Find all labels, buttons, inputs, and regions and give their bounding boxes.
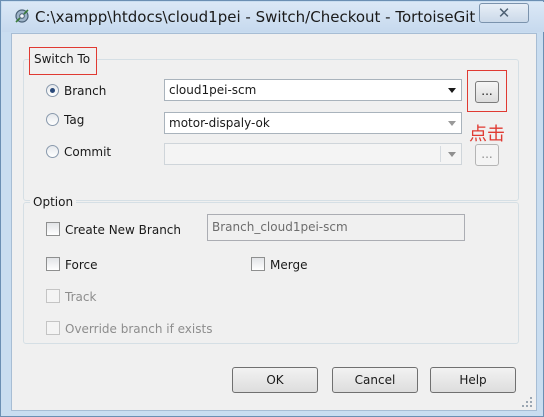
track-checkbox[interactable] bbox=[46, 289, 60, 303]
merge-checkbox[interactable] bbox=[251, 257, 265, 271]
help-button[interactable]: Help bbox=[430, 367, 516, 393]
chevron-down-icon bbox=[448, 88, 456, 93]
new-branch-name-field[interactable]: Branch_cloud1pei-scm bbox=[207, 214, 465, 241]
switch-to-legend: Switch To bbox=[31, 52, 94, 66]
merge-label[interactable]: Merge bbox=[270, 258, 307, 272]
branch-browse-button[interactable]: ... bbox=[475, 81, 499, 103]
resize-grip-icon[interactable] bbox=[519, 394, 533, 408]
close-button[interactable]: ✕ bbox=[479, 3, 529, 23]
force-checkbox[interactable] bbox=[46, 257, 60, 271]
branch-combo-value: cloud1pei-scm bbox=[169, 83, 257, 97]
commit-radio[interactable] bbox=[46, 145, 59, 158]
branch-combo[interactable]: cloud1pei-scm bbox=[164, 79, 462, 101]
tag-label[interactable]: Tag bbox=[64, 113, 84, 127]
force-label[interactable]: Force bbox=[65, 258, 97, 272]
tag-combo-value: motor-dispaly-ok bbox=[169, 116, 270, 130]
click-annotation: 点击 bbox=[469, 124, 505, 145]
branch-radio[interactable] bbox=[46, 84, 59, 97]
commit-browse-button[interactable]: ... bbox=[475, 144, 499, 166]
branch-label[interactable]: Branch bbox=[64, 84, 106, 98]
ok-button[interactable]: OK bbox=[232, 367, 318, 393]
create-new-branch-checkbox[interactable] bbox=[46, 222, 60, 236]
combo-divider bbox=[440, 146, 441, 162]
track-label[interactable]: Track bbox=[65, 290, 96, 304]
chevron-down-icon bbox=[448, 121, 456, 126]
window-title: C:\xampp\htdocs\cloud1pei - Switch/Check… bbox=[35, 8, 476, 26]
dialog-window: C:\xampp\htdocs\cloud1pei - Switch/Check… bbox=[0, 0, 544, 417]
commit-combo[interactable] bbox=[164, 143, 462, 165]
dialog-body: Switch To Branch cloud1pei-scm ... 点击 Ta… bbox=[11, 33, 537, 411]
cancel-button[interactable]: Cancel bbox=[332, 367, 418, 393]
close-icon: ✕ bbox=[497, 4, 511, 22]
commit-label[interactable]: Commit bbox=[64, 145, 111, 159]
create-new-branch-label[interactable]: Create New Branch bbox=[65, 223, 181, 237]
tag-combo[interactable]: motor-dispaly-ok bbox=[164, 112, 462, 134]
option-legend: Option bbox=[30, 195, 77, 209]
tag-radio[interactable] bbox=[46, 113, 59, 126]
override-branch-checkbox[interactable] bbox=[46, 321, 60, 335]
override-branch-label[interactable]: Override branch if exists bbox=[65, 322, 212, 336]
chevron-down-icon bbox=[448, 152, 456, 157]
tortoisegit-switch-icon bbox=[13, 7, 31, 25]
